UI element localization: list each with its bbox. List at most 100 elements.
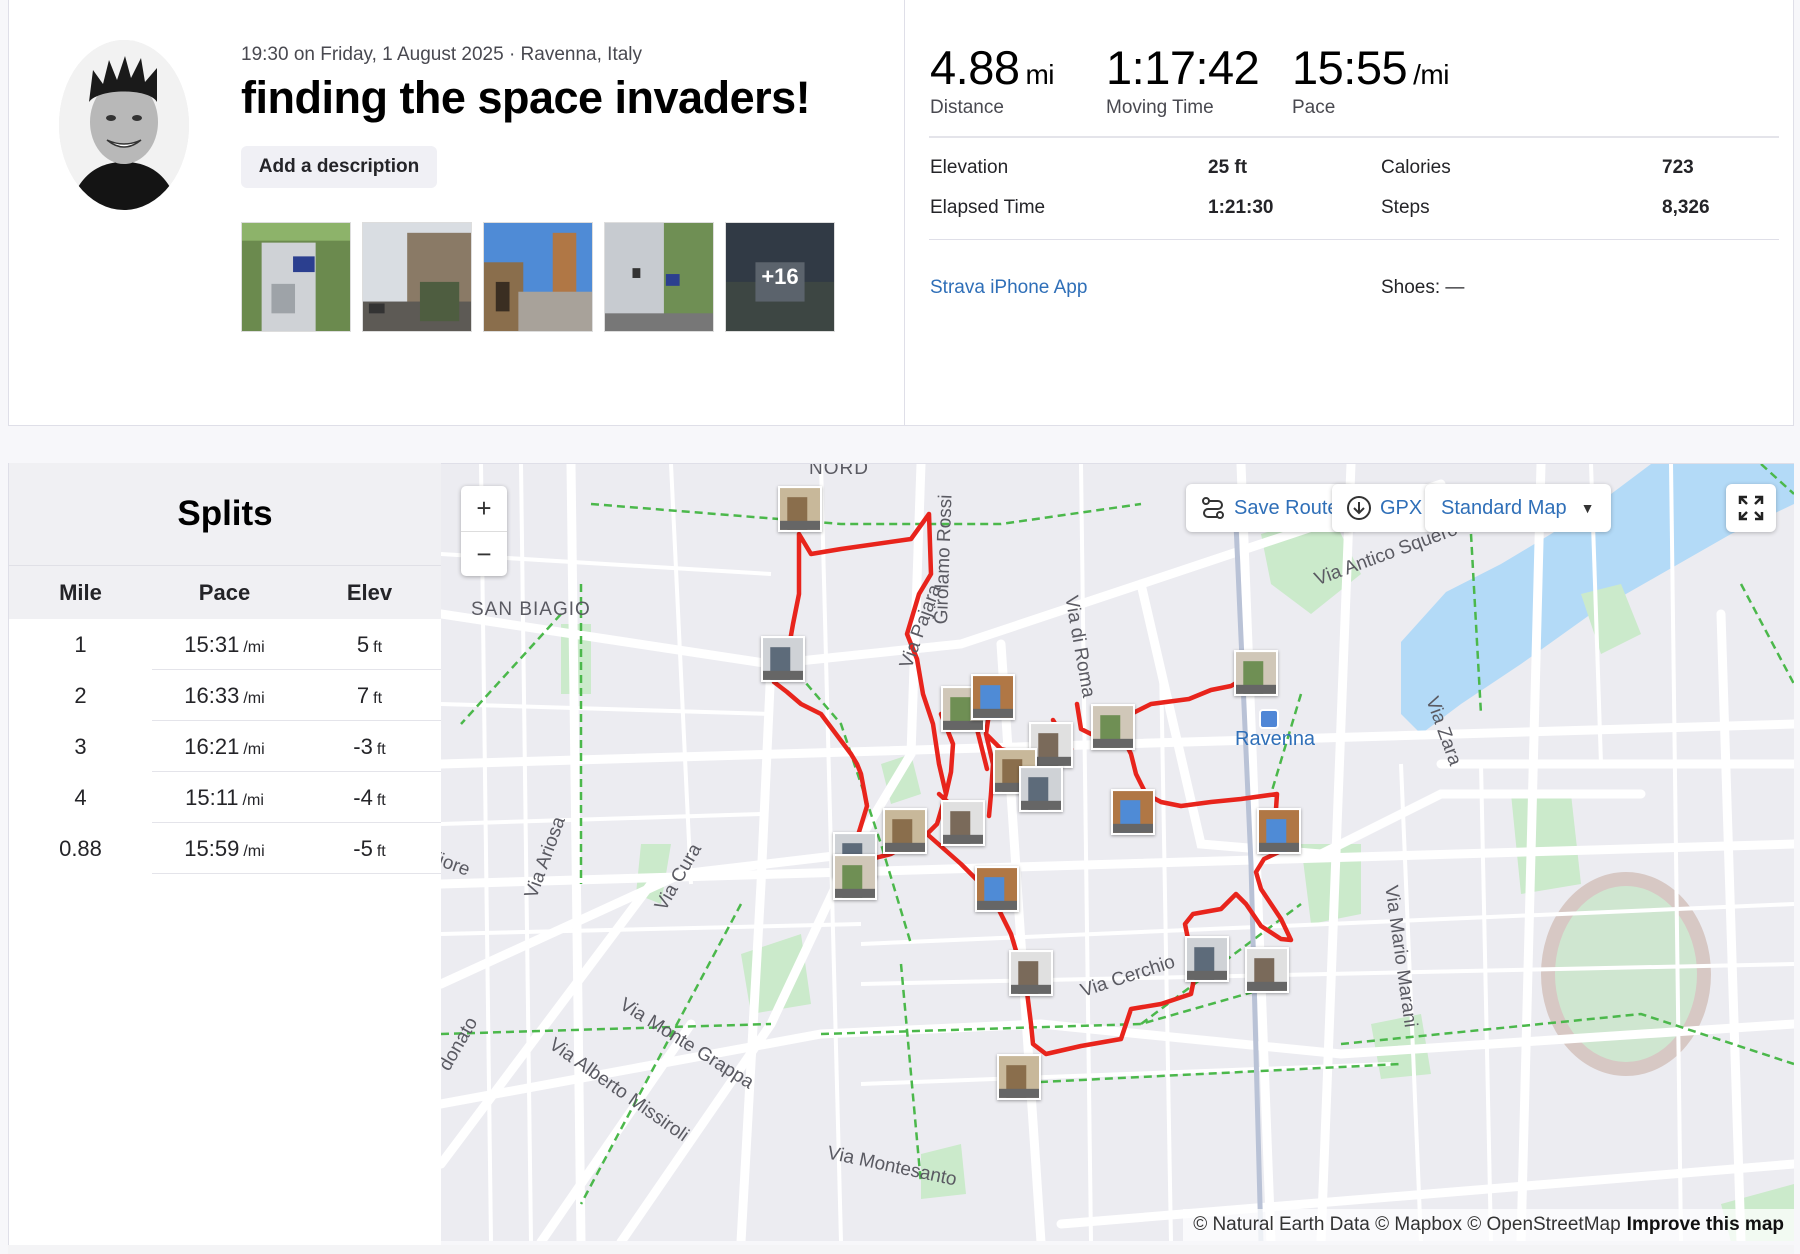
stat-distance: 4.88 mi Distance <box>930 40 1055 119</box>
split-pace-value: 16:33 <box>184 682 240 708</box>
split-elev-unit: ft <box>376 791 386 809</box>
steps-value: 8,326 <box>1662 197 1710 218</box>
photo-thumbnail-icon <box>973 676 1013 718</box>
map-photo-marker[interactable] <box>1019 766 1063 812</box>
split-pace-unit: /mi <box>242 791 264 809</box>
fullscreen-button[interactable] <box>1726 484 1776 532</box>
photo-thumbnail-icon <box>885 810 925 852</box>
split-pace-value: 16:21 <box>184 733 240 759</box>
map-photo-marker[interactable] <box>975 866 1019 912</box>
map-photo-marker[interactable] <box>883 808 927 854</box>
map-canvas <box>441 464 1794 1241</box>
pace-unit: /mi <box>1413 59 1449 90</box>
zoom-out-button[interactable]: − <box>461 531 507 576</box>
split-row[interactable]: 1 15:31/mi 5 ft <box>9 619 441 670</box>
moving-time-label: Moving Time <box>1106 97 1214 118</box>
split-pace-unit: /mi <box>243 842 265 860</box>
map-photo-marker[interactable] <box>1009 950 1053 996</box>
photo-thumbnail-icon <box>999 1056 1039 1098</box>
split-elev: 5 ft <box>297 632 442 658</box>
split-pace-unit: /mi <box>243 740 265 758</box>
split-row[interactable]: 0.88 15:59/mi -5 ft <box>9 823 441 874</box>
map-photo-marker[interactable] <box>1245 947 1289 993</box>
stat-moving-time: 1:17:42 Moving Time <box>1106 40 1260 119</box>
split-elev-value: 7 <box>356 682 370 708</box>
map-photo-marker[interactable] <box>1111 789 1155 835</box>
split-pace-value: 15:31 <box>184 631 240 657</box>
add-description-button[interactable]: Add a description <box>241 146 437 188</box>
moving-time-value: 1:17:42 <box>1106 41 1260 94</box>
photo-thumbnail-building-icon <box>242 223 350 331</box>
distance-value: 4.88 <box>930 41 1020 94</box>
map-label-san-biagio: SAN BIAGIO <box>471 599 591 620</box>
map-photo-marker[interactable] <box>1257 808 1301 854</box>
photo-thumbnail-icon <box>977 868 1017 910</box>
photo-thumbnail-icon <box>1259 810 1299 852</box>
split-elev: -5 ft <box>297 836 442 862</box>
split-elev-unit: ft <box>373 638 383 656</box>
split-elev-unit: ft <box>373 689 383 707</box>
map-photo-marker[interactable] <box>997 1054 1041 1100</box>
more-photos-count: +16 <box>726 223 834 331</box>
photo-thumbnail[interactable] <box>241 222 351 332</box>
photo-thumbnail-icon <box>1187 938 1227 980</box>
calories-label: Calories <box>1381 157 1451 178</box>
map-style-dropdown[interactable]: Standard Map ▼ <box>1425 484 1611 532</box>
athlete-avatar[interactable] <box>59 40 189 210</box>
splits-header-pace: Pace <box>198 579 251 605</box>
split-elev-value: 5 <box>356 631 370 657</box>
split-mile: 0.88 <box>59 835 102 861</box>
split-pace: 15:31/mi <box>152 632 297 658</box>
photo-thumbnail[interactable] <box>483 222 593 332</box>
map-label-ravenna: Ravenna <box>1235 728 1316 750</box>
split-row[interactable]: 3 16:21/mi -3 ft <box>9 721 441 772</box>
device-link[interactable]: Strava iPhone App <box>930 277 1087 299</box>
route-map[interactable]: SAN BIAGIO NORD Via Antico Squero Girola… <box>441 463 1794 1241</box>
map-photo-marker[interactable] <box>778 486 822 532</box>
improve-map-link[interactable]: Improve this map <box>1627 1214 1784 1236</box>
map-photo-marker[interactable] <box>941 800 985 846</box>
map-photo-marker[interactable] <box>833 854 877 900</box>
activity-meta: 19:30 on Friday, 1 August 2025 · Ravenna… <box>241 44 643 65</box>
expand-icon <box>1738 495 1764 521</box>
split-elev-value: -5 <box>353 835 373 861</box>
elevation-label: Elevation <box>930 157 1009 178</box>
split-pace: 16:33/mi <box>152 683 297 709</box>
map-photo-marker[interactable] <box>1091 704 1135 750</box>
zoom-control: + − <box>461 486 507 576</box>
map-photo-marker[interactable] <box>1234 650 1278 696</box>
photo-thumbnail[interactable] <box>604 222 714 332</box>
gpx-download-button[interactable]: GPX <box>1332 484 1437 532</box>
pace-label: Pace <box>1292 97 1336 118</box>
map-photo-marker[interactable] <box>761 636 805 682</box>
activity-title[interactable]: finding the space invaders! <box>241 72 811 124</box>
split-row[interactable]: 4 15:11/mi -4 ft <box>9 772 441 823</box>
distance-label: Distance <box>930 97 1004 118</box>
steps-label: Steps <box>1381 197 1430 218</box>
photo-thumbnail-icon <box>1113 791 1153 833</box>
map-photo-marker[interactable] <box>1185 936 1229 982</box>
photo-thumbnail-more[interactable]: +16 <box>725 222 835 332</box>
elapsed-time-label: Elapsed Time <box>930 197 1046 218</box>
attribution-text[interactable]: © Natural Earth Data © Mapbox © OpenStre… <box>1193 1214 1620 1236</box>
split-pace: 15:11/mi <box>152 785 297 811</box>
split-row[interactable]: 2 16:33/mi 7 ft <box>9 670 441 721</box>
split-elev-value: -4 <box>353 784 373 810</box>
shoes-info: Shoes: — <box>1381 277 1465 298</box>
pace-value: 15:55 <box>1292 41 1408 94</box>
photo-thumbnail[interactable] <box>362 222 472 332</box>
gpx-label: GPX <box>1380 496 1423 519</box>
train-station-icon <box>1259 709 1279 729</box>
split-elev: -3 ft <box>297 734 442 760</box>
map-photo-marker[interactable] <box>971 674 1015 720</box>
split-pace-unit: /mi <box>243 638 265 656</box>
photo-thumbnail-wall-icon <box>605 223 713 331</box>
zoom-in-button[interactable]: + <box>461 486 507 531</box>
photo-thumbnail-icon <box>1021 768 1061 810</box>
split-pace: 15:59/mi <box>152 836 297 862</box>
avatar-portrait-icon <box>59 40 189 210</box>
resize-handle[interactable] <box>8 1245 1794 1254</box>
split-pace: 16:21/mi <box>152 734 297 760</box>
split-mile: 1 <box>74 631 87 657</box>
save-route-button[interactable]: Save Route <box>1186 484 1353 532</box>
